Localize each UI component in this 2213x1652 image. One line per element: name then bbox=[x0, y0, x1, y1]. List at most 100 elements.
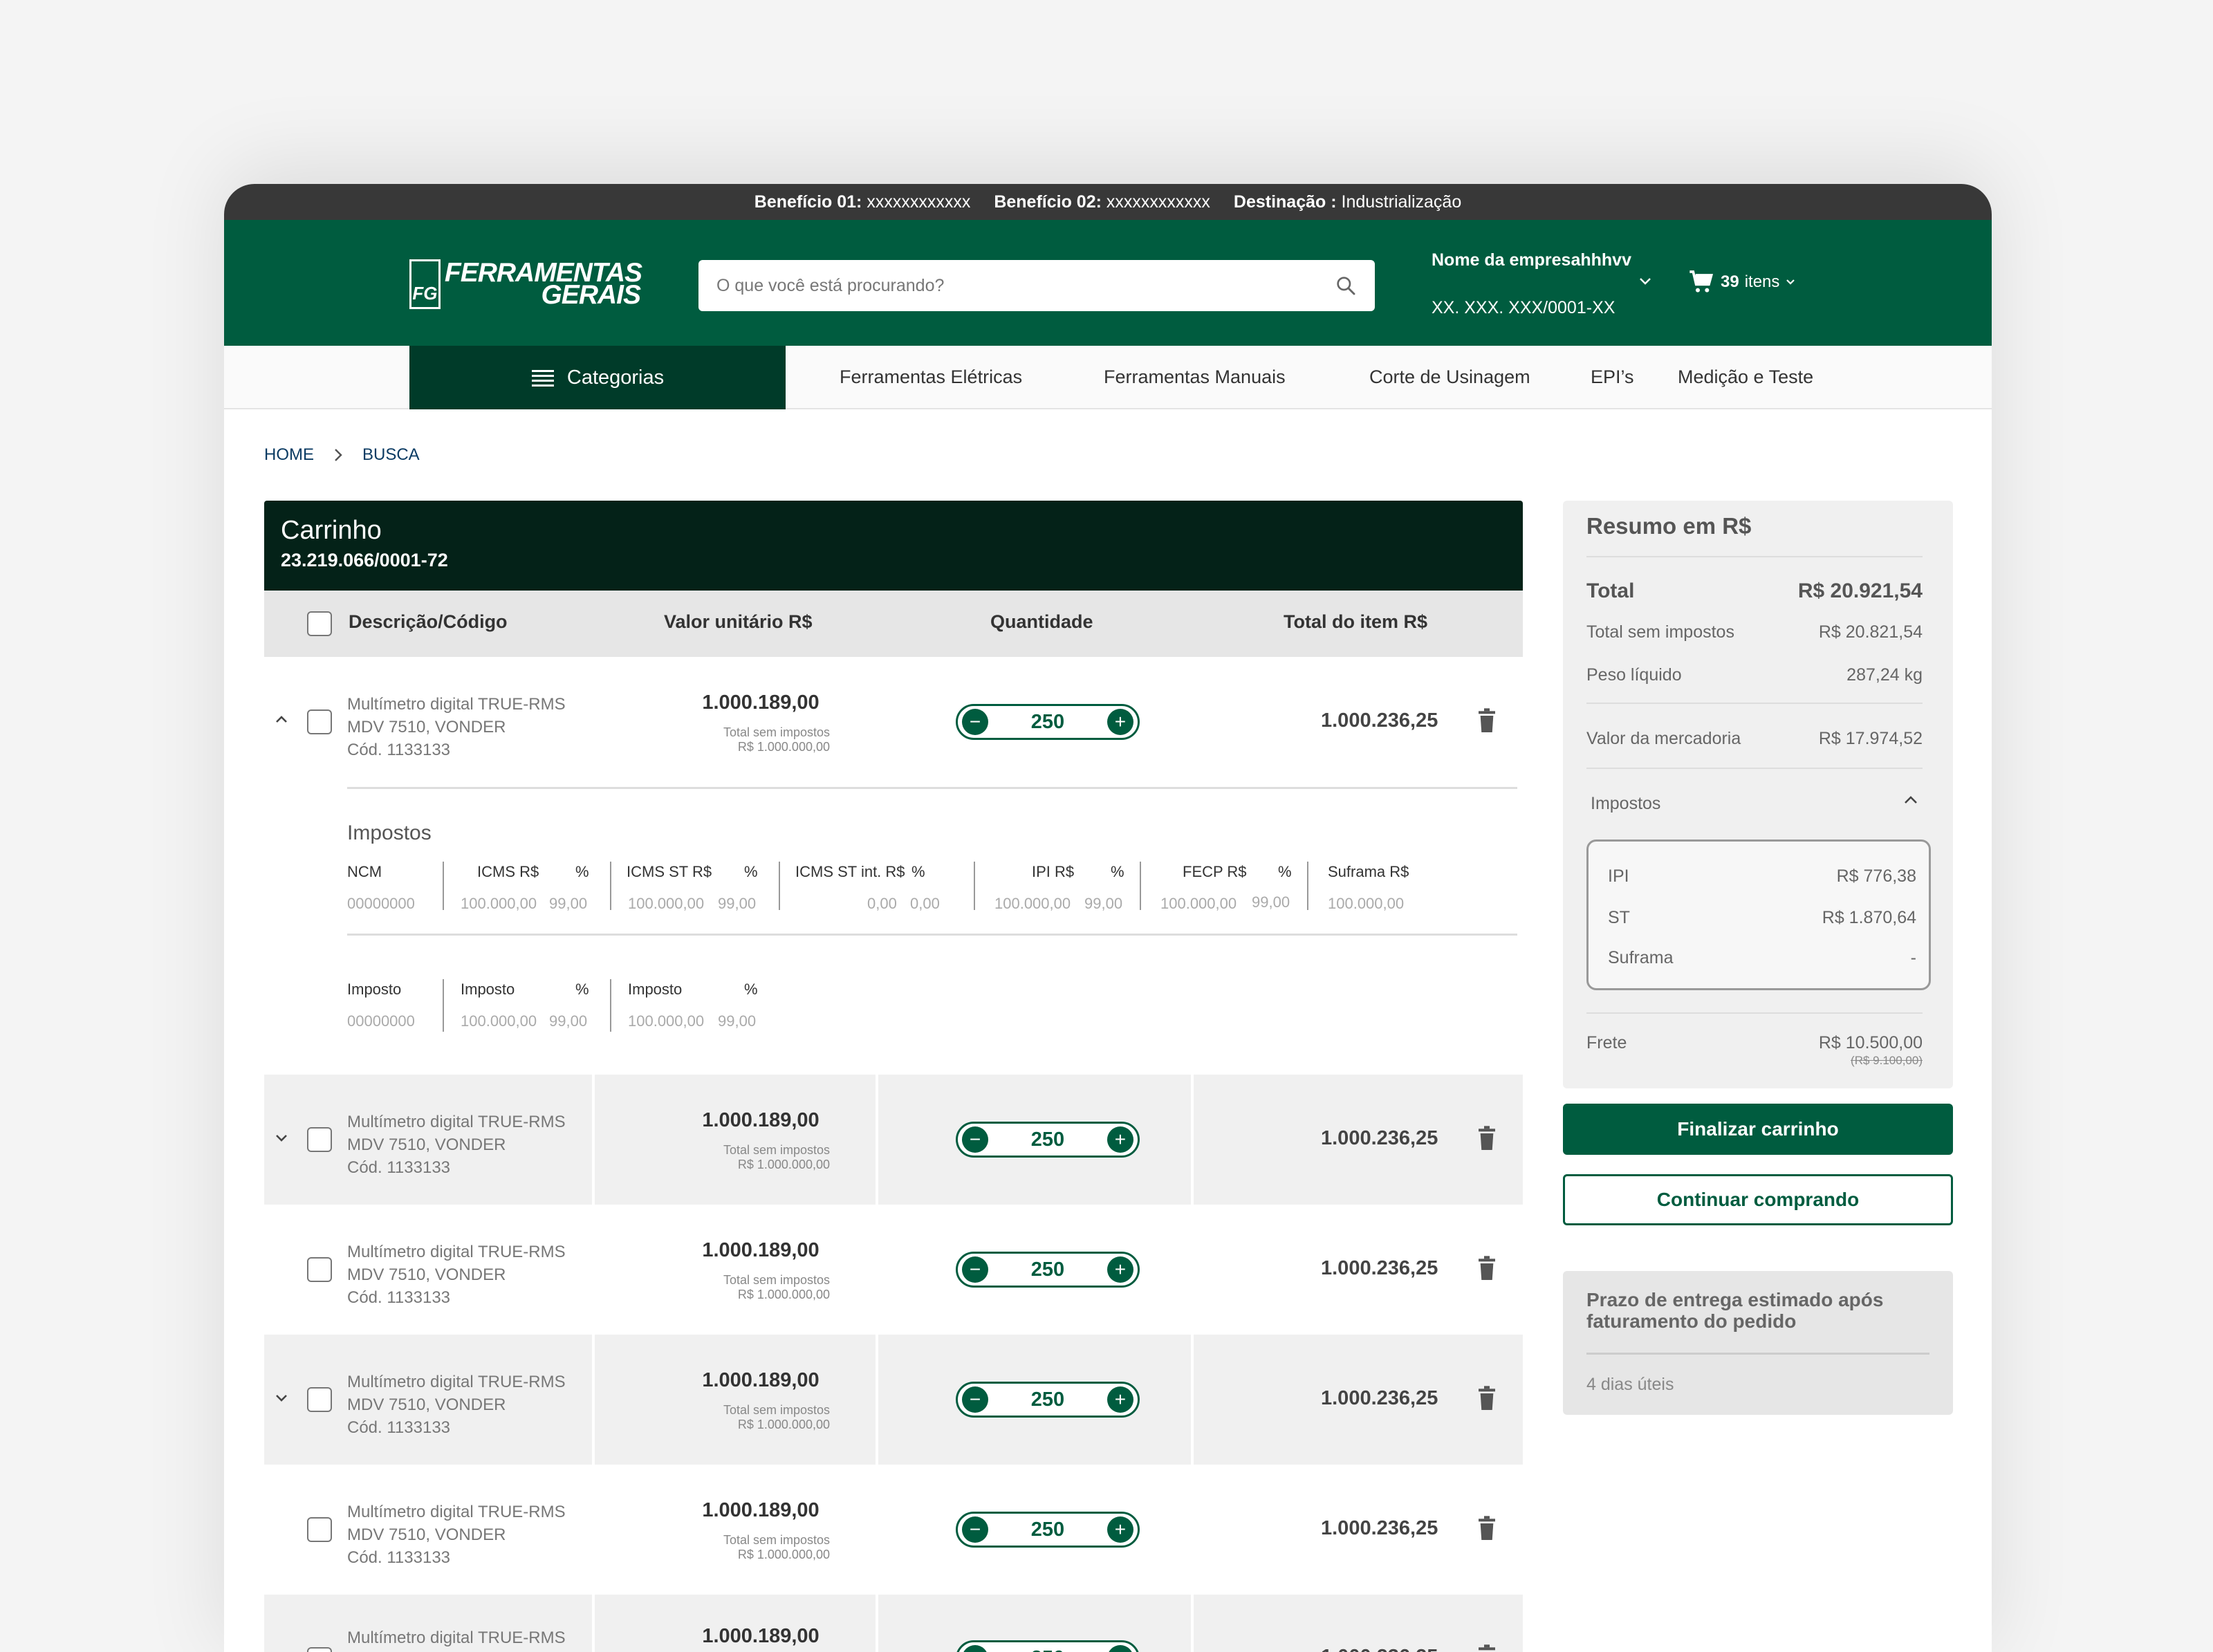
cart-item-row: Multímetro digital TRUE-RMS MDV 7510, VON… bbox=[264, 1075, 1523, 1205]
item-taxes-panel: Impostos NCM 00000000 ICMS R$ % 100.000,… bbox=[264, 787, 1523, 1075]
item-total: 1.000.236,25 bbox=[1321, 1257, 1438, 1279]
tax-icmsint-pct-label: % bbox=[911, 863, 925, 880]
company-selector[interactable]: Nome da empresahhhvv XX. XXX. XXX/0001-X… bbox=[1432, 250, 1651, 318]
trash-icon[interactable] bbox=[1476, 1644, 1498, 1652]
nav-item-machining[interactable]: Corte de Usinagem bbox=[1369, 366, 1530, 388]
increase-button[interactable]: + bbox=[1106, 1516, 1133, 1543]
tax-ipi-pct-label: % bbox=[1111, 863, 1124, 880]
categories-button[interactable]: Categorias bbox=[409, 346, 786, 409]
quantity-value[interactable]: 250 bbox=[1031, 711, 1064, 734]
increase-button[interactable]: + bbox=[1106, 1126, 1133, 1153]
nav-item-measurement[interactable]: Medição e Teste bbox=[1678, 366, 1813, 388]
quantity-stepper: − 250 + bbox=[956, 1512, 1140, 1548]
item-checkbox[interactable] bbox=[307, 709, 332, 734]
tax-ipi: IPI R$ 776,38 bbox=[1608, 866, 1916, 886]
tax-icmsint-pct: 0,00 bbox=[910, 895, 940, 912]
decrease-button[interactable]: − bbox=[962, 1516, 988, 1543]
finalize-cart-button[interactable]: Finalizar carrinho bbox=[1563, 1104, 1953, 1155]
quantity-stepper: − 250 + bbox=[956, 1382, 1140, 1418]
item-description: Multímetro digital TRUE-RMS MDV 7510, VON… bbox=[347, 695, 566, 759]
continue-shopping-button[interactable]: Continuar comprando bbox=[1563, 1174, 1953, 1225]
tax-other-c-label: Imposto bbox=[628, 981, 683, 998]
quantity-value[interactable]: 250 bbox=[1031, 1389, 1064, 1411]
decrease-button[interactable]: − bbox=[962, 1645, 988, 1652]
chevron-down-icon bbox=[1786, 279, 1795, 285]
increase-button[interactable]: + bbox=[1106, 709, 1133, 735]
tax-suframa-label: Suframa R$ bbox=[1328, 863, 1409, 880]
tax-icms-value: 100.000,00 bbox=[461, 895, 537, 912]
trash-icon[interactable] bbox=[1476, 1516, 1498, 1542]
taxes-toggle[interactable]: Impostos bbox=[1591, 794, 1920, 814]
tax-other-b-value: 100.000,00 bbox=[461, 1012, 537, 1030]
breadcrumb-current[interactable]: BUSCA bbox=[362, 445, 420, 465]
taxes-breakdown: IPI R$ 776,38 ST R$ 1.870,64 Suframa - bbox=[1586, 839, 1931, 990]
decrease-button[interactable]: − bbox=[962, 1126, 988, 1153]
decrease-button[interactable]: − bbox=[962, 1386, 988, 1413]
chevron-down-icon[interactable] bbox=[271, 1391, 292, 1405]
item-unit-price: 1.000.189,00 Total sem impostos R$ 1.000.… bbox=[702, 1109, 830, 1171]
increase-button[interactable]: + bbox=[1106, 1256, 1133, 1283]
delivery-title: Prazo de entrega estimado após faturamen… bbox=[1586, 1289, 1884, 1332]
item-checkbox[interactable] bbox=[307, 1257, 332, 1282]
trash-icon[interactable] bbox=[1476, 1386, 1498, 1412]
item-checkbox[interactable] bbox=[307, 1387, 332, 1412]
cart-item-row: Multímetro digital TRUE-RMS MDV 7510, VON… bbox=[264, 1205, 1523, 1335]
quantity-value[interactable]: 250 bbox=[1031, 1129, 1064, 1151]
item-total: 1.000.236,25 bbox=[1321, 1387, 1438, 1409]
cart-column-header: Descrição/Código Valor unitário R$ Quant… bbox=[264, 591, 1523, 657]
delivery-value: 4 dias úteis bbox=[1586, 1375, 1674, 1394]
decrease-button[interactable]: − bbox=[962, 1256, 988, 1283]
tax-ipi-value: 100.000,00 bbox=[994, 895, 1071, 912]
chevron-down-icon[interactable] bbox=[271, 1131, 292, 1145]
tax-other-a-label: Imposto bbox=[347, 981, 402, 998]
company-name: Nome da empresahhhvv bbox=[1432, 250, 1631, 270]
trash-icon[interactable] bbox=[1476, 1256, 1498, 1282]
decrease-button[interactable]: − bbox=[962, 709, 988, 735]
search-input[interactable] bbox=[716, 275, 1335, 296]
item-checkbox[interactable] bbox=[307, 1647, 332, 1652]
quantity-value[interactable]: 250 bbox=[1031, 1519, 1064, 1541]
quantity-value[interactable]: 250 bbox=[1031, 1259, 1064, 1281]
logo-mark: FG bbox=[409, 259, 441, 309]
summary-freight: Frete R$ 10.500,00 bbox=[1586, 1033, 1923, 1052]
chevron-up-icon[interactable] bbox=[271, 712, 292, 726]
taxes-title: Impostos bbox=[347, 822, 432, 844]
cart-item-row: Multímetro digital TRUE-RMS 1.000.189,00… bbox=[264, 1595, 1523, 1652]
col-quantity: Quantidade bbox=[990, 611, 1093, 632]
cart-title: Carrinho bbox=[281, 516, 382, 545]
increase-button[interactable]: + bbox=[1106, 1386, 1133, 1413]
select-all-checkbox[interactable] bbox=[307, 611, 332, 636]
quantity-stepper: − 250 + bbox=[956, 1252, 1140, 1288]
nav-item-hand-tools[interactable]: Ferramentas Manuais bbox=[1104, 366, 1286, 388]
item-description: Multímetro digital TRUE-RMS bbox=[347, 1628, 566, 1647]
summary-no-tax: Total sem impostos R$ 20.821,54 bbox=[1586, 622, 1923, 642]
tax-other-c-value: 100.000,00 bbox=[628, 1012, 705, 1030]
breadcrumb-home[interactable]: HOME bbox=[264, 445, 314, 465]
tax-suframa: Suframa - bbox=[1608, 948, 1916, 967]
cart-button[interactable]: 39 itens bbox=[1687, 268, 1796, 296]
destination: Destinação : Industrialização bbox=[1233, 192, 1462, 212]
item-total: 1.000.236,25 bbox=[1321, 1127, 1438, 1149]
breadcrumb: HOME BUSCA bbox=[264, 445, 420, 465]
cart-count-label: itens bbox=[1744, 272, 1780, 291]
logo[interactable]: FG FERRAMENTAS GERAIS bbox=[409, 259, 642, 310]
item-total: 1.000.236,25 bbox=[1321, 709, 1438, 732]
item-checkbox[interactable] bbox=[307, 1517, 332, 1542]
tax-icmsint-value: 0,00 bbox=[867, 895, 897, 912]
item-checkbox[interactable] bbox=[307, 1127, 332, 1152]
quantity-value[interactable]: 250 bbox=[1031, 1647, 1064, 1652]
trash-icon[interactable] bbox=[1476, 708, 1498, 734]
increase-button[interactable]: + bbox=[1106, 1645, 1133, 1652]
trash-icon[interactable] bbox=[1476, 1126, 1498, 1152]
chevron-right-icon bbox=[335, 449, 342, 461]
chevron-up-icon bbox=[1905, 796, 1917, 804]
search-icon[interactable] bbox=[1335, 275, 1357, 297]
nav-item-ppe[interactable]: EPI’s bbox=[1591, 366, 1634, 388]
delivery-estimate: Prazo de entrega estimado após faturamen… bbox=[1563, 1271, 1953, 1415]
nav-item-power-tools[interactable]: Ferramentas Elétricas bbox=[840, 366, 1022, 388]
tax-icmsst-pct: 99,00 bbox=[718, 895, 757, 912]
tax-suframa-value: 100.000,00 bbox=[1328, 895, 1405, 912]
item-description: Multímetro digital TRUE-RMS MDV 7510, VON… bbox=[347, 1373, 566, 1437]
item-unit-price: 1.000.189,00 Total sem impostos R$ 1.000.… bbox=[702, 692, 830, 754]
tax-other-c-pct: 99,00 bbox=[718, 1012, 757, 1030]
